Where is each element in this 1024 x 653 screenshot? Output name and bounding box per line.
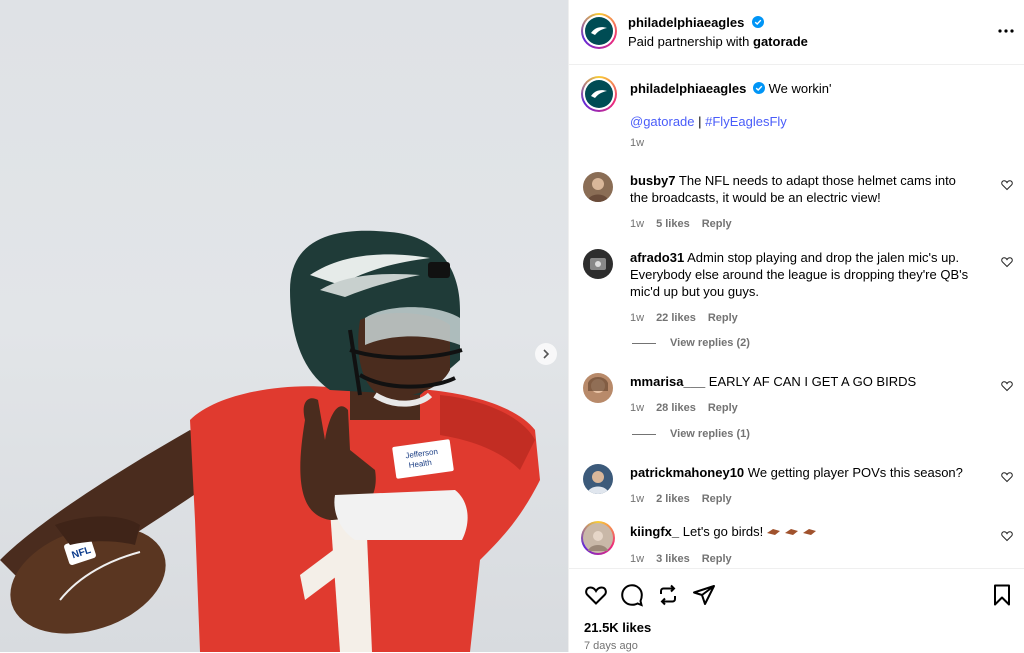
verified-badge-icon	[751, 16, 764, 28]
commenter-avatar[interactable]	[583, 373, 613, 403]
likes-count[interactable]: 21.5K likes	[584, 620, 651, 635]
comment-text: We getting player POVs this season?	[747, 465, 963, 480]
comment-like-heart-icon[interactable]	[1001, 380, 1013, 392]
comment-like-heart-icon[interactable]	[1001, 256, 1013, 268]
save-bookmark-icon[interactable]	[990, 583, 1014, 607]
comment-time: 1w	[630, 553, 645, 566]
verified-badge-icon	[752, 82, 765, 94]
reply-button[interactable]: Reply	[702, 553, 732, 565]
comment-likes[interactable]: 5 likes	[656, 218, 690, 230]
comment-time: 1w	[630, 402, 645, 414]
comment-item: afrado31 Admin stop playing and drop the…	[583, 249, 1013, 329]
caption-avatar[interactable]	[581, 76, 617, 112]
comment-likes[interactable]: 28 likes	[656, 402, 696, 414]
comment-like-heart-icon[interactable]	[1001, 530, 1013, 542]
repost-icon[interactable]	[656, 583, 680, 607]
commenter-avatar[interactable]	[583, 249, 613, 279]
comment-username[interactable]: mmarisa___	[630, 374, 705, 389]
comment-text: The NFL needs to adapt those helmet cams…	[630, 173, 956, 205]
comment-item: kiingfx_ Let's go birds! 1w 3 likes Reply	[581, 521, 1013, 566]
reply-button[interactable]: Reply	[708, 312, 738, 324]
hashtag-link[interactable]: #FlyEaglesFly	[705, 114, 787, 129]
post-media[interactable]: Jefferson Health NFL	[0, 0, 568, 652]
chevron-right-icon	[543, 349, 550, 359]
comment-username[interactable]: busby7	[630, 173, 676, 188]
caption-separator: |	[694, 114, 706, 129]
comment-like-heart-icon[interactable]	[1001, 179, 1013, 191]
view-replies-button[interactable]: View replies (1)	[632, 428, 750, 440]
author-username[interactable]: philadelphiaeagles	[628, 15, 744, 30]
comment-username[interactable]: patrickmahoney10	[630, 465, 744, 480]
comment-username[interactable]: kiingfx_	[630, 524, 679, 539]
comment-text: Let's go birds!	[682, 524, 767, 539]
bird-emoji-icon	[766, 524, 817, 541]
next-image-button[interactable]	[535, 343, 557, 365]
comment-time: 1w	[630, 218, 645, 230]
reply-button[interactable]: Reply	[702, 218, 732, 230]
more-options-button[interactable]	[997, 24, 1015, 38]
comment-item: busby7 The NFL needs to adapt those helm…	[583, 172, 1013, 232]
caption-time: 1w	[630, 137, 645, 149]
partnership-prefix: Paid partnership with	[628, 34, 754, 49]
reply-button[interactable]: Reply	[702, 493, 732, 505]
wrist-tape	[334, 490, 468, 540]
eagles-logo-icon	[591, 27, 607, 35]
comment-item: mmarisa___ EARLY AF CAN I GET A GO BIRDS…	[583, 373, 1013, 423]
commenter-avatar[interactable]	[581, 521, 615, 555]
comment-item: patrickmahoney10 We getting player POVs …	[583, 464, 1013, 514]
author-avatar[interactable]	[581, 13, 617, 49]
like-heart-icon[interactable]	[584, 583, 608, 607]
eagle-emoji-icon	[766, 529, 816, 536]
comment-username[interactable]: afrado31	[630, 250, 684, 265]
post-footer: 21.5K likes 7 days ago	[569, 568, 1024, 653]
share-send-icon[interactable]	[692, 583, 716, 607]
commenter-avatar[interactable]	[583, 464, 613, 494]
comment-text: EARLY AF CAN I GET A GO BIRDS	[708, 374, 917, 389]
more-horizontal-icon	[998, 29, 1014, 33]
comment-likes[interactable]: 2 likes	[656, 493, 690, 505]
comment-likes[interactable]: 22 likes	[656, 312, 696, 324]
comment-like-heart-icon[interactable]	[1001, 471, 1013, 483]
caption-text: We workin'	[768, 81, 832, 96]
commenter-avatar[interactable]	[583, 172, 613, 202]
post-date: 7 days ago	[584, 640, 638, 652]
comment-time: 1w	[630, 493, 645, 505]
partner-link[interactable]: gatorade	[753, 34, 808, 49]
player-photo: Jefferson Health NFL	[0, 230, 540, 652]
comment-time: 1w	[630, 312, 645, 324]
helmet-camera	[428, 262, 450, 278]
post-panel: philadelphiaeagles Paid partnership with…	[568, 0, 1024, 652]
mention-link[interactable]: @gatorade	[630, 114, 695, 129]
comment-likes[interactable]: 3 likes	[656, 553, 690, 565]
partnership-line: Paid partnership with gatorade	[628, 34, 808, 49]
caption-username[interactable]: philadelphiaeagles	[630, 81, 746, 96]
eagles-logo-icon	[591, 90, 607, 98]
view-replies-button[interactable]: View replies (2)	[632, 337, 750, 349]
post-header: philadelphiaeagles Paid partnership with…	[569, 0, 1024, 65]
reply-button[interactable]: Reply	[708, 402, 738, 414]
comment-bubble-icon[interactable]	[620, 583, 644, 607]
